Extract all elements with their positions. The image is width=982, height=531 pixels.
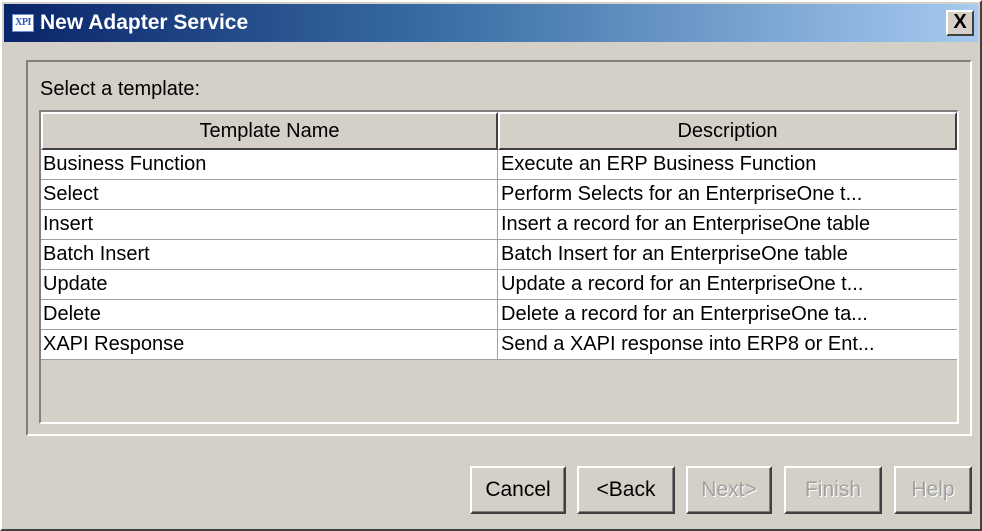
table-row[interactable]: Business Function Execute an ERP Busines… bbox=[41, 150, 957, 180]
template-name-cell: Delete bbox=[41, 300, 498, 330]
next-button[interactable]: Next> bbox=[686, 466, 772, 514]
template-name-cell: Business Function bbox=[41, 150, 498, 180]
xpi-app-icon: XPI bbox=[12, 14, 34, 32]
description-cell: Batch Insert for an EnterpriseOne table bbox=[501, 243, 848, 265]
window-title: New Adapter Service bbox=[40, 11, 249, 34]
close-button[interactable]: X bbox=[946, 10, 974, 36]
table-row[interactable]: XAPI Response Send a XAPI response into … bbox=[41, 330, 957, 360]
description-cell: Delete a record for an EnterpriseOne ta.… bbox=[501, 303, 868, 325]
column-header-template-name[interactable]: Template Name bbox=[41, 112, 498, 150]
template-name-cell: Batch Insert bbox=[41, 240, 498, 270]
description-cell: Execute an ERP Business Function bbox=[501, 153, 817, 175]
table-header: Template Name Description bbox=[41, 112, 957, 150]
template-name-cell: Update bbox=[41, 270, 498, 300]
template-table: Template Name Description Business Funct… bbox=[39, 110, 959, 424]
description-cell: Update a record for an EnterpriseOne t..… bbox=[501, 273, 864, 295]
table-row[interactable]: Insert Insert a record for an Enterprise… bbox=[41, 210, 957, 240]
template-group: Select a template: Template Name Descrip… bbox=[26, 60, 972, 436]
help-button[interactable]: Help bbox=[894, 466, 972, 514]
finish-button[interactable]: Finish bbox=[784, 466, 882, 514]
description-cell: Perform Selects for an EnterpriseOne t..… bbox=[501, 183, 863, 205]
template-name-cell: Select bbox=[41, 180, 498, 210]
table-body: Business Function Execute an ERP Busines… bbox=[41, 150, 957, 360]
template-name-cell: XAPI Response bbox=[41, 330, 498, 360]
select-template-label: Select a template: bbox=[40, 78, 201, 100]
description-cell: Insert a record for an EnterpriseOne tab… bbox=[501, 213, 871, 235]
title-bar[interactable]: XPI New Adapter Service X bbox=[4, 4, 978, 42]
template-name-cell: Insert bbox=[41, 210, 498, 240]
table-row[interactable]: Select Perform Selects for an Enterprise… bbox=[41, 180, 957, 210]
column-header-description[interactable]: Description bbox=[498, 112, 957, 150]
table-row[interactable]: Batch Insert Batch Insert for an Enterpr… bbox=[41, 240, 957, 270]
back-button[interactable]: <Back bbox=[577, 466, 675, 514]
table-row[interactable]: Delete Delete a record for an Enterprise… bbox=[41, 300, 957, 330]
table-row[interactable]: Update Update a record for an Enterprise… bbox=[41, 270, 957, 300]
description-cell: Send a XAPI response into ERP8 or Ent... bbox=[501, 333, 875, 355]
cancel-button[interactable]: Cancel bbox=[470, 466, 566, 514]
